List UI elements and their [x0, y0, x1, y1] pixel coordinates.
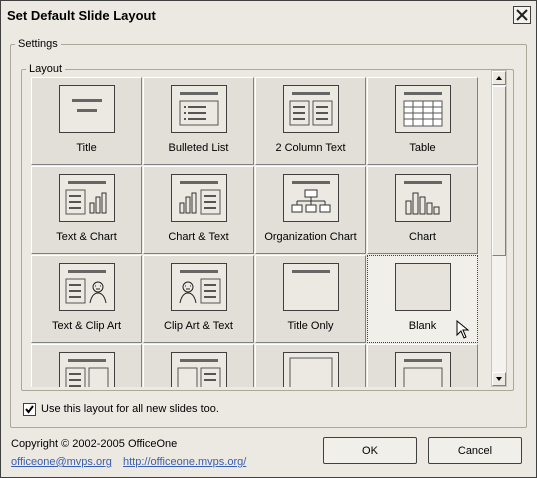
- layout-tile-text-and-chart[interactable]: Text & Chart: [31, 166, 142, 254]
- title-only-layout-icon: [283, 263, 339, 311]
- mouse-cursor-icon: [456, 320, 470, 339]
- scroll-down-button[interactable]: [492, 372, 506, 386]
- layout-tile-text-and-clip-art[interactable]: Text & Clip Art: [31, 255, 142, 343]
- chart-and-text-layout-icon: [171, 174, 227, 222]
- close-icon: [516, 9, 528, 21]
- email-link[interactable]: officeone@mvps.org: [11, 456, 112, 468]
- tile-label: Chart: [409, 231, 436, 243]
- tile-label: Title Only: [287, 320, 334, 332]
- use-layout-checkbox[interactable]: [23, 403, 36, 416]
- layout-tile-object[interactable]: [367, 344, 478, 387]
- layout-tile-table[interactable]: Table: [367, 77, 478, 165]
- object-and-text-layout-icon: [171, 352, 227, 387]
- chart-layout-icon: [395, 174, 451, 222]
- layout-tile-text-and-object[interactable]: [31, 344, 142, 387]
- ok-button[interactable]: OK: [323, 437, 417, 464]
- arrow-up-icon: [496, 76, 502, 80]
- blank-layout-icon: [395, 263, 451, 311]
- settings-group-label: Settings: [15, 38, 61, 50]
- clip-art-and-text-layout-icon: [171, 263, 227, 311]
- use-layout-checkbox-label[interactable]: Use this layout for all new slides too.: [41, 403, 219, 415]
- title-layout-icon: [59, 85, 115, 133]
- object-layout-icon: [395, 352, 451, 387]
- title-bar: Set Default Slide Layout: [1, 1, 536, 31]
- tile-label: Chart & Text: [168, 231, 229, 243]
- two-column-text-layout-icon: [283, 85, 339, 133]
- tile-label: Title: [76, 142, 97, 154]
- scrollbar-thumb[interactable]: [492, 86, 506, 256]
- window-title: Set Default Slide Layout: [7, 8, 156, 23]
- layout-tile-bulleted-list[interactable]: Bulleted List: [143, 77, 254, 165]
- dialog: Set Default Slide Layout Settings Layout…: [0, 0, 537, 478]
- layout-gallery: Title Bulleted List 2 Column Text Table …: [31, 77, 485, 387]
- layout-tile-chart[interactable]: Chart: [367, 166, 478, 254]
- text-and-clip-art-layout-icon: [59, 263, 115, 311]
- layout-tile-organization-chart[interactable]: Organization Chart: [255, 166, 366, 254]
- layout-tile-title-only[interactable]: Title Only: [255, 255, 366, 343]
- layout-tile-chart-and-text[interactable]: Chart & Text: [143, 166, 254, 254]
- organization-chart-layout-icon: [283, 174, 339, 222]
- website-link[interactable]: http://officeone.mvps.org/: [123, 456, 246, 468]
- layout-tile-2-column-text[interactable]: 2 Column Text: [255, 77, 366, 165]
- large-object-layout-icon: [283, 352, 339, 387]
- copyright-text: Copyright © 2002-2005 OfficeOne: [11, 438, 178, 450]
- layout-scrollbar[interactable]: [491, 70, 507, 387]
- tile-label: Clip Art & Text: [164, 320, 233, 332]
- layout-tile-blank[interactable]: Blank: [367, 255, 478, 343]
- layout-tile-object-and-text[interactable]: [143, 344, 254, 387]
- text-and-chart-layout-icon: [59, 174, 115, 222]
- tile-label: 2 Column Text: [275, 142, 346, 154]
- layout-tile-title[interactable]: Title: [31, 77, 142, 165]
- tile-label: Organization Chart: [264, 231, 357, 243]
- layout-tile-clip-art-and-text[interactable]: Clip Art & Text: [143, 255, 254, 343]
- arrow-down-icon: [496, 377, 502, 381]
- tile-label: Text & Chart: [56, 231, 117, 243]
- close-button[interactable]: [513, 6, 531, 24]
- scroll-up-button[interactable]: [492, 71, 506, 85]
- tile-label: Bulleted List: [168, 142, 229, 154]
- cancel-button[interactable]: Cancel: [428, 437, 522, 464]
- checkmark-icon: [25, 405, 34, 414]
- text-and-object-layout-icon: [59, 352, 115, 387]
- tile-label: Table: [409, 142, 436, 154]
- layout-tile-large-object[interactable]: [255, 344, 366, 387]
- table-layout-icon: [395, 85, 451, 133]
- tile-label: Text & Clip Art: [51, 320, 122, 332]
- layout-group-label: Layout: [26, 63, 66, 75]
- bulleted-list-layout-icon: [171, 85, 227, 133]
